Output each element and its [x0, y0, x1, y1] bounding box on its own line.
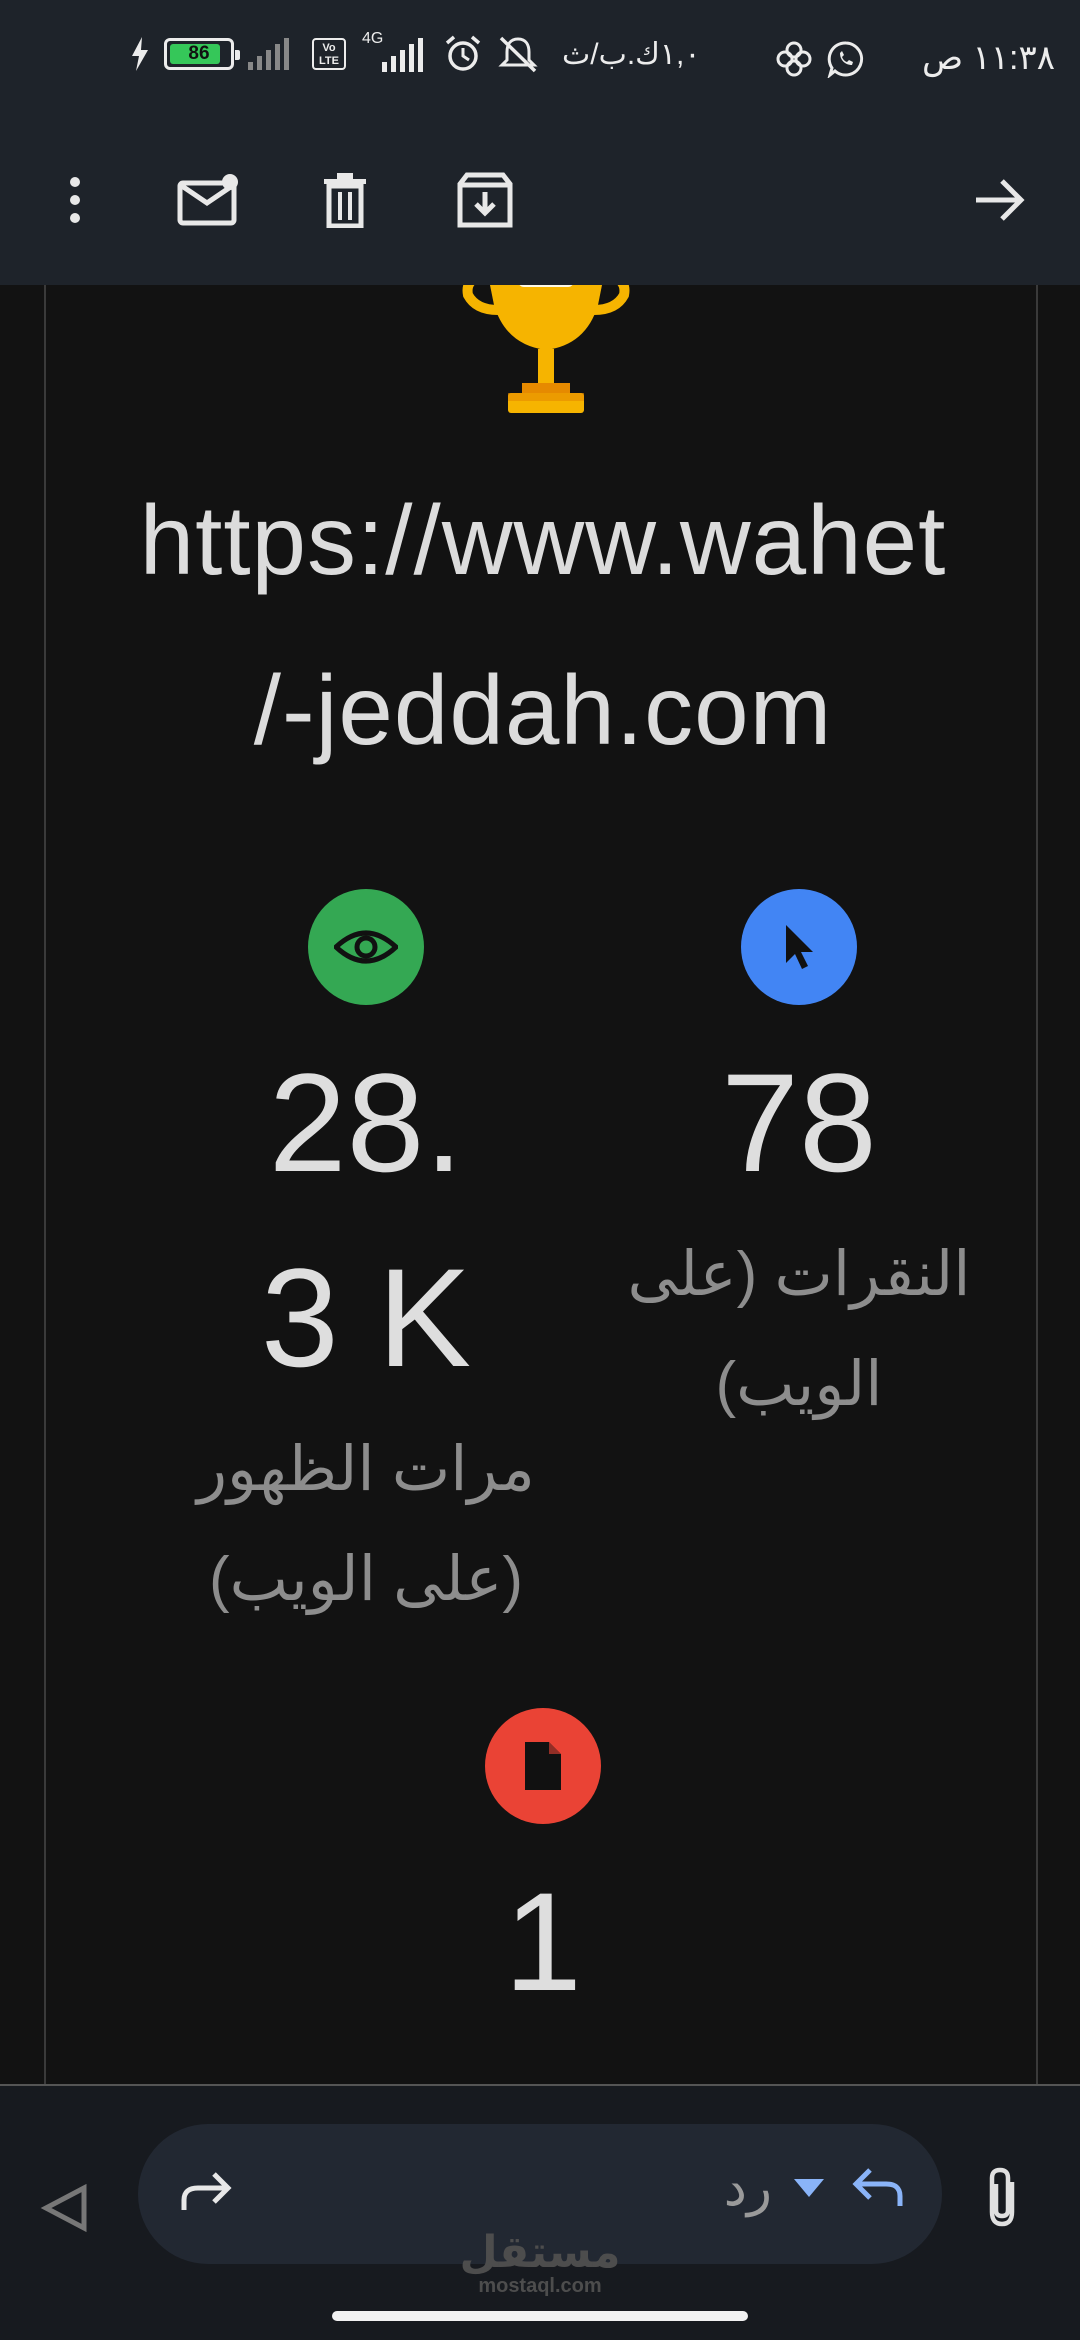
email-toolbar	[0, 120, 1080, 285]
stat-impressions: 28.3 K مرات الظهور (على الويب)	[156, 889, 576, 1635]
charging-icon	[132, 37, 148, 71]
more-vert-icon	[70, 177, 80, 223]
delete-icon	[324, 173, 366, 228]
email-body: https://www.wahet /-jeddah.com 78 النقرا…	[44, 285, 1038, 2085]
volte-badge: Vo LTE	[312, 38, 346, 70]
whatsapp-icon	[827, 41, 864, 78]
url-line-2: /-jeddah.com	[253, 655, 833, 765]
attachment-icon	[989, 2167, 1015, 2227]
reply-icon	[852, 2168, 903, 2206]
impressions-value: 28.3 K	[260, 1044, 472, 1396]
clock: ١١:٣٨ ص	[921, 39, 1055, 77]
watermark: مستقل mostaql.com	[0, 2228, 1080, 2298]
forward-button[interactable]	[178, 2164, 238, 2224]
mark-unread-button[interactable]	[163, 155, 253, 245]
network-speed: ١,٠ك.ب/ث	[562, 37, 701, 71]
home-indicator[interactable]	[332, 2311, 748, 2321]
forward-arrow-icon	[976, 179, 1025, 221]
silent-icon	[498, 36, 538, 73]
network-indicator: 4G	[360, 30, 430, 72]
signal-icon	[248, 38, 289, 70]
eye-icon	[334, 930, 398, 964]
attachment-button[interactable]	[980, 2166, 1026, 2235]
forward-reply-icon	[181, 2172, 232, 2210]
website-url[interactable]: https://www.wahet /-jeddah.com	[46, 455, 1036, 795]
dropdown-icon	[794, 2179, 824, 2197]
clicks-label: النقرات (على الويب)	[627, 1240, 971, 1419]
cursor-icon	[786, 925, 813, 969]
stat-pages: 1	[333, 1708, 753, 2039]
status-icons-left: 86 Vo LTE 4G ١,٠ك.ب/ث	[130, 30, 701, 73]
pinwheel-icon	[776, 41, 812, 77]
archive-button[interactable]	[440, 155, 530, 245]
clicks-value: 78	[721, 1044, 877, 1201]
alarm-icon	[445, 35, 481, 71]
stat-icon-circle	[741, 889, 857, 1005]
status-bar: 86 Vo LTE 4G ١,٠ك.ب/ث ١١:٣٨ ص	[0, 0, 1080, 120]
stat-icon-circle	[308, 889, 424, 1005]
back-button[interactable]	[955, 155, 1045, 245]
impressions-label: مرات الظهور (على الويب)	[197, 1435, 535, 1614]
watermark-latin: mostaql.com	[478, 2275, 602, 2297]
trophy-icon	[462, 285, 630, 413]
back-triangle-icon	[40, 2183, 87, 2233]
network-type: 4G	[362, 30, 384, 47]
stat-clicks: 78 النقرات (على الويب)	[589, 889, 1009, 1440]
stat-icon-circle	[485, 1708, 601, 1824]
delete-button[interactable]	[300, 155, 390, 245]
reply-button[interactable]: رد	[724, 2158, 906, 2218]
more-options-button[interactable]	[30, 155, 120, 245]
battery-level: 86	[188, 43, 210, 64]
status-apps	[775, 40, 865, 78]
battery-indicator: 86	[164, 38, 240, 70]
reply-bar: رد مستقل mostaql.com	[0, 2086, 1080, 2340]
mark-unread-icon	[177, 174, 238, 226]
battery-tip	[235, 50, 240, 60]
pages-value: 1	[504, 1863, 582, 2020]
watermark-arabic: مستقل	[459, 2228, 621, 2277]
archive-icon	[457, 172, 513, 228]
reply-label: رد	[723, 2159, 772, 2217]
document-icon	[525, 1742, 561, 1790]
url-line-1: https://www.wahet	[139, 485, 947, 595]
